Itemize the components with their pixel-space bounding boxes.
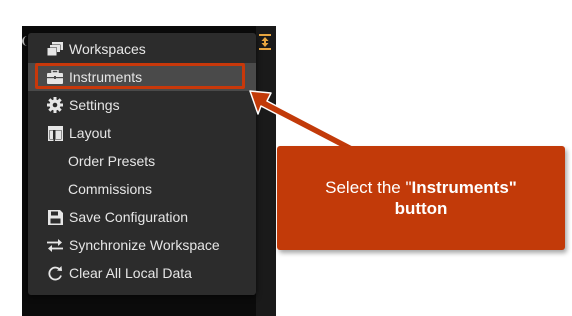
callout-line-2: button [394,199,448,218]
instruction-callout: Select the "Instruments" button [277,146,565,250]
callout-line-1: Select the "Instruments" [277,177,565,198]
callout-prefix: Select the " [325,178,412,197]
callout-bold-text: Instruments" [411,178,517,197]
